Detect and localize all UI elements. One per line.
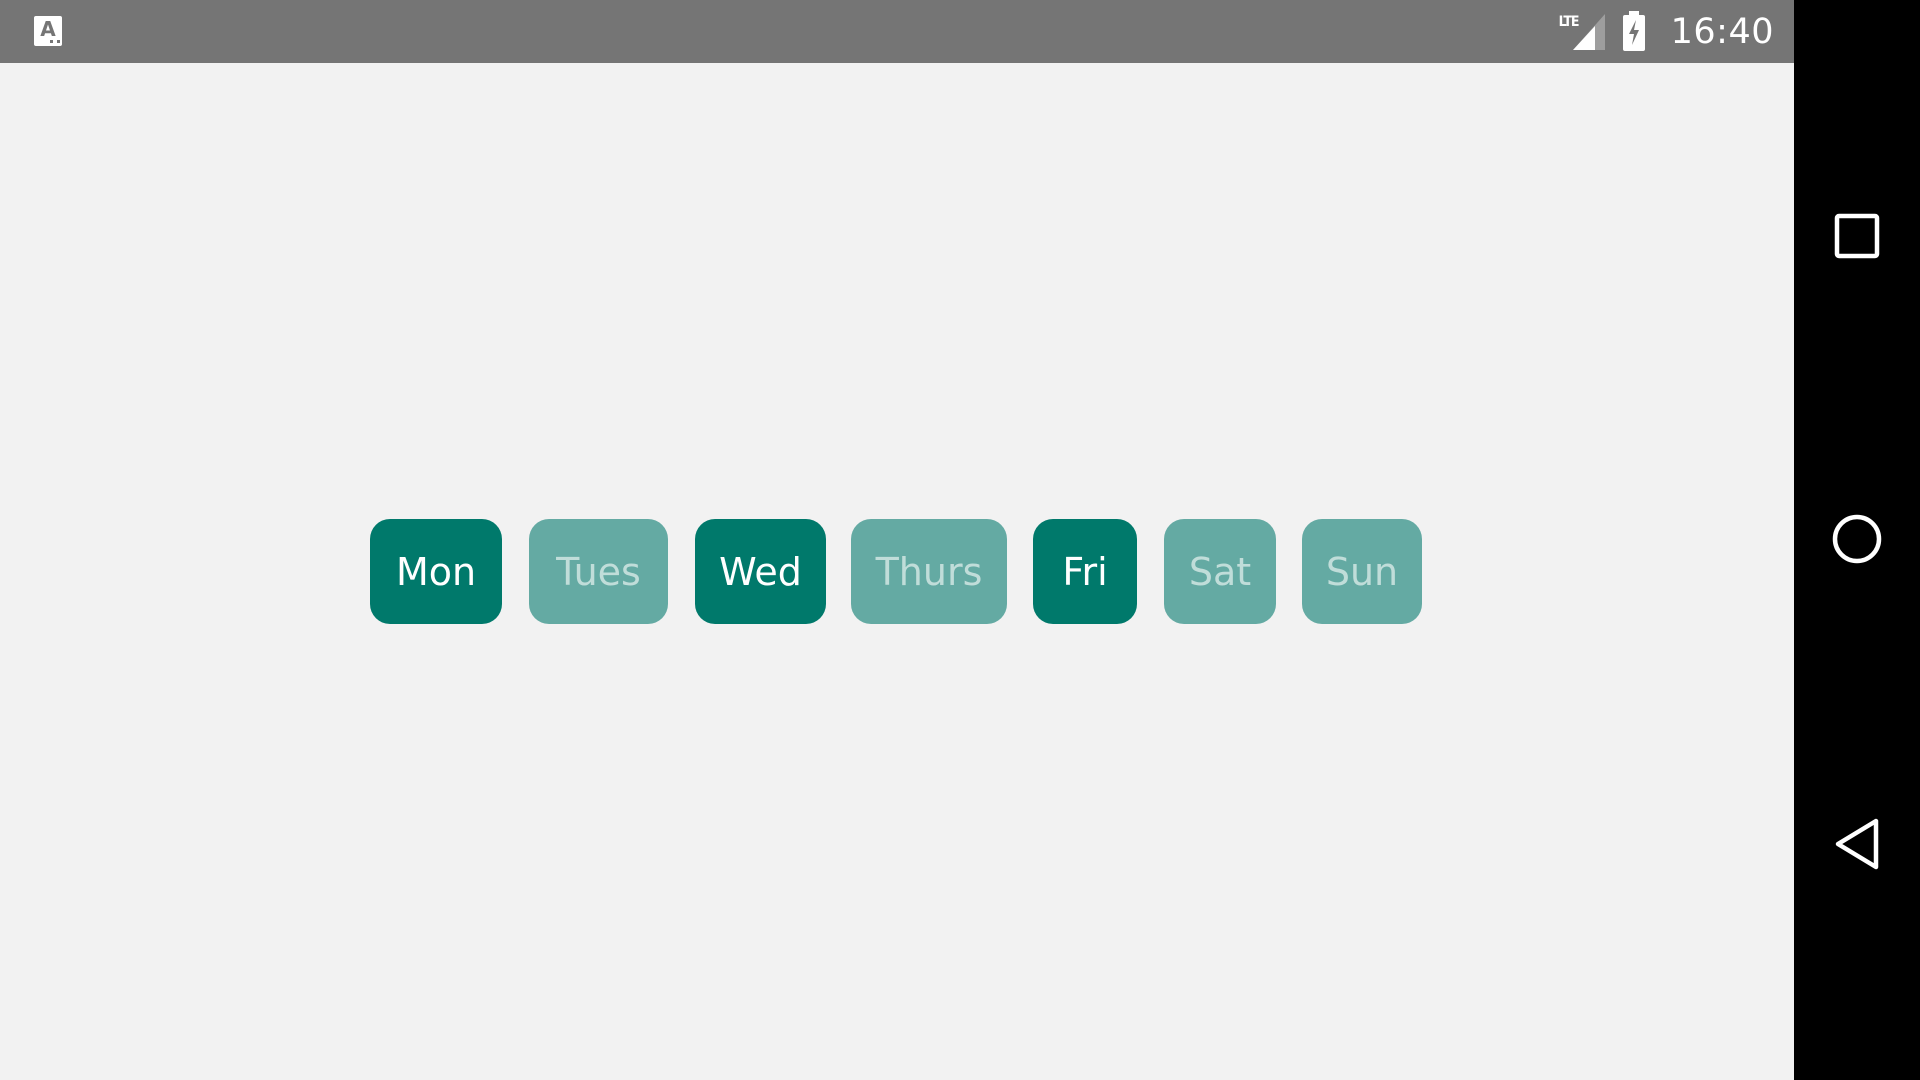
text-input-app-icon: A — [34, 16, 62, 46]
back-triangle-icon — [1835, 818, 1879, 870]
app-screen: A LTE 16:40 Mon Tues Wed Thurs Fri Sat S… — [0, 0, 1794, 1080]
cell-signal-icon — [1572, 14, 1605, 50]
home-circle-icon — [1832, 514, 1882, 564]
back-button[interactable] — [1812, 799, 1902, 889]
status-clock: 16:40 — [1670, 11, 1774, 52]
recents-button[interactable] — [1812, 191, 1902, 281]
day-chip-sun[interactable]: Sun — [1302, 519, 1422, 624]
day-chip-thurs[interactable]: Thurs — [851, 519, 1007, 624]
day-chip-fri[interactable]: Fri — [1033, 519, 1137, 624]
recents-square-icon — [1834, 213, 1880, 259]
day-chip-sat[interactable]: Sat — [1164, 519, 1276, 624]
battery-charging-icon — [1622, 11, 1645, 51]
home-button[interactable] — [1812, 494, 1902, 584]
status-indicators: LTE 16:40 — [1559, 0, 1774, 63]
status-bar: A LTE 16:40 — [0, 0, 1794, 63]
navigation-bar — [1794, 0, 1920, 1080]
day-chip-mon[interactable]: Mon — [370, 519, 502, 624]
day-picker: Mon Tues Wed Thurs Fri Sat Sun — [0, 519, 1794, 624]
day-chip-tues[interactable]: Tues — [529, 519, 668, 624]
day-chip-wed[interactable]: Wed — [695, 519, 826, 624]
